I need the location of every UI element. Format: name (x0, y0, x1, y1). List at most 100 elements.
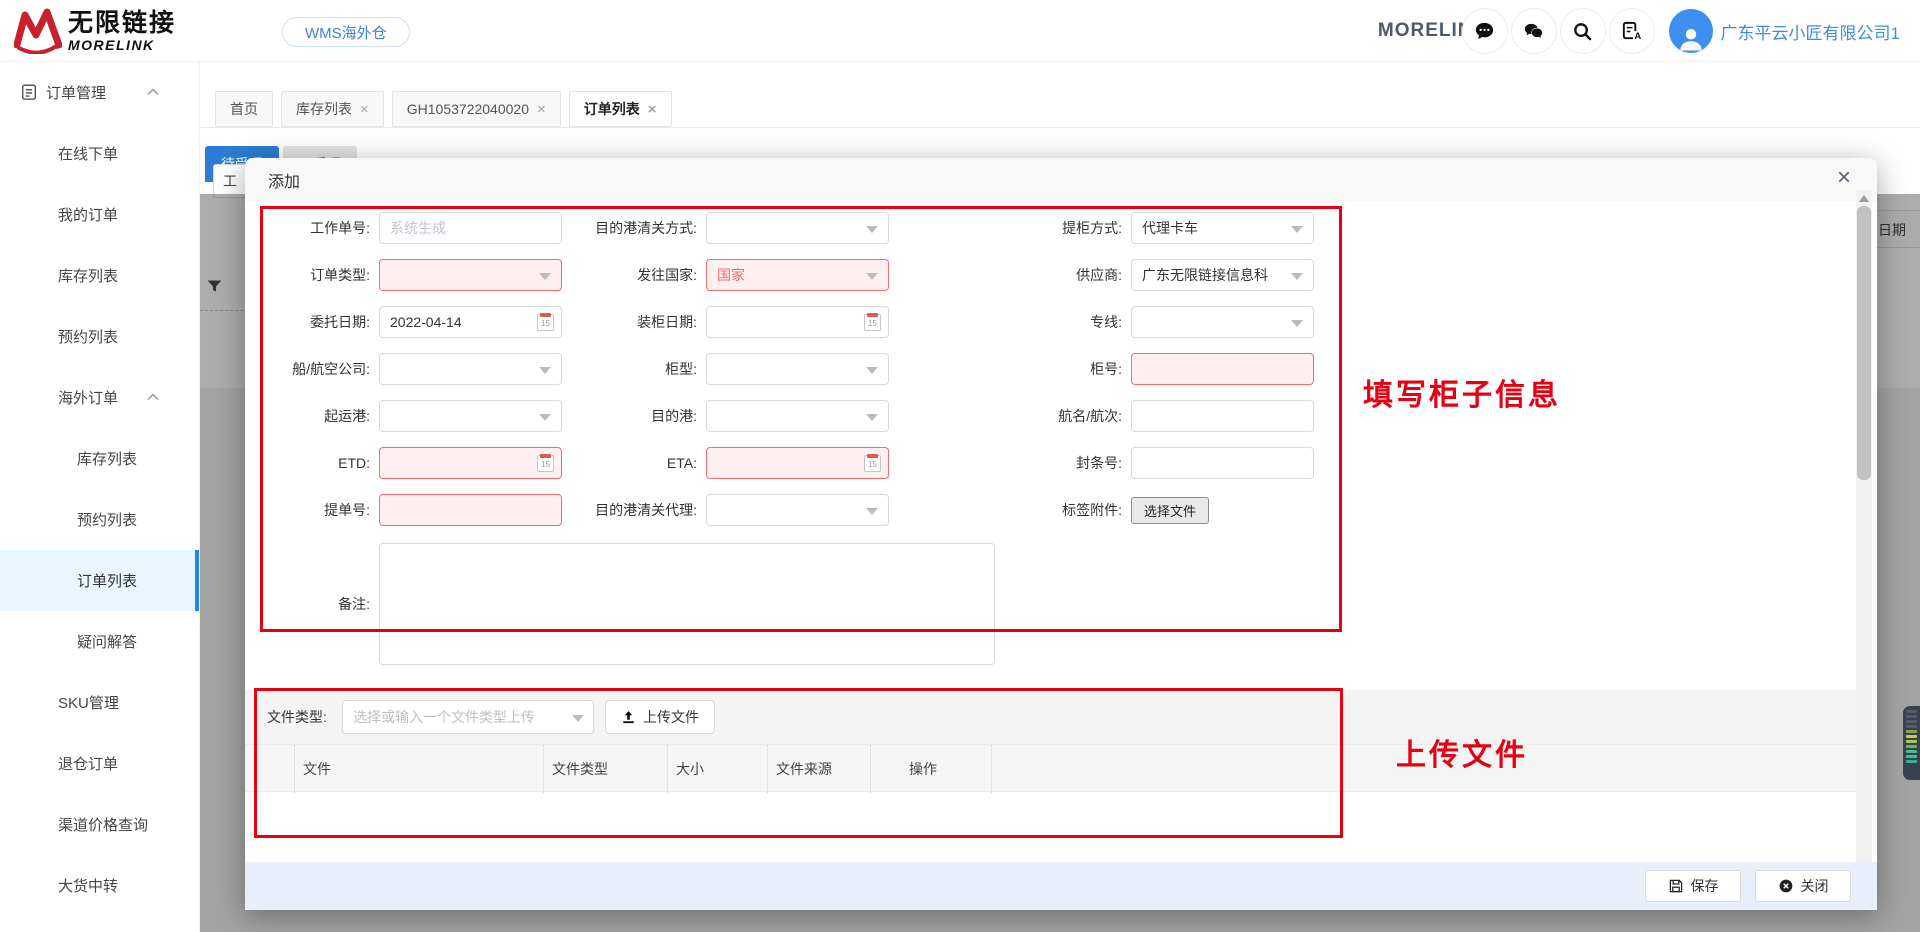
field-shipping-company: 船/航空公司: (260, 353, 562, 385)
form-annotation-note: 填写柜子信息 (1363, 378, 1561, 413)
chevron-down-icon (866, 367, 878, 374)
close-button[interactable]: 关闭 (1755, 870, 1851, 902)
file-table-col-size: 大小 (668, 745, 768, 793)
sidebar-item-qa[interactable]: 疑问解答 (0, 611, 199, 672)
scrollbar-thumb[interactable] (1857, 206, 1871, 480)
sidebar-item-my-orders[interactable]: 我的订单 (0, 184, 199, 245)
shipping-company-select[interactable] (379, 353, 562, 385)
tab-order-list[interactable]: 订单列表 × (568, 91, 672, 127)
sidebar-item-overseas-orders[interactable]: 海外订单 (0, 367, 199, 428)
chevron-down-icon (866, 508, 878, 515)
close-icon[interactable]: × (360, 101, 369, 118)
field-dest-customs-mode: 目的港清关方式: (585, 212, 889, 244)
dialog-body: 工作单号: 系统生成 目的港清关方式: 提柜方式: 代理卡车 订单类型: 发往国… (245, 202, 1877, 862)
field-vessel-voyage: 航名/航次: (1005, 400, 1314, 432)
file-type-select[interactable]: 选择或输入一个文件类型上传 (342, 700, 594, 734)
dedicated-line-select[interactable] (1131, 306, 1314, 338)
user-avatar[interactable] (1668, 9, 1713, 53)
morelink-logo-icon (14, 8, 62, 54)
close-icon[interactable]: × (537, 101, 546, 118)
dest-customs-mode-select[interactable] (706, 212, 889, 244)
translate-icon[interactable]: A (1608, 8, 1655, 54)
scroll-up-arrow-icon[interactable] (1859, 195, 1869, 202)
sidebar-item-inventory-list[interactable]: 库存列表 (0, 245, 199, 306)
save-icon (1669, 879, 1682, 893)
tab-gh-order[interactable]: GH1053722040020 × (391, 91, 561, 127)
dialog-scrollbar[interactable] (1856, 190, 1872, 862)
file-table-col-spacer (245, 745, 295, 793)
page-tab-bar: 首页 库存列表 × GH1053722040020 × 订单列表 × (200, 62, 1920, 128)
file-table-col-type: 文件类型 (544, 745, 668, 793)
top-bar: 无限链接 MORELINK WMS海外仓 MORELIN A 广东平云小匠有限公… (0, 0, 1920, 62)
loading-date-input[interactable] (706, 306, 889, 338)
dest-customs-agent-select[interactable] (706, 494, 889, 526)
search-icon[interactable] (1559, 8, 1606, 54)
upload-annotation-note: 上传文件 (1396, 738, 1528, 773)
field-work-no: 工作单号: 系统生成 (260, 212, 562, 244)
company-name[interactable]: 广东平云小匠有限公司1 (1721, 19, 1900, 44)
field-dest-country: 发往国家: 国家 (585, 259, 889, 291)
message-icon[interactable] (1461, 8, 1508, 54)
supplier-select[interactable]: 广东无限链接信息科 (1131, 259, 1314, 291)
container-type-select[interactable] (706, 353, 889, 385)
sidebar-item-return-orders[interactable]: 退仓订单 (0, 733, 199, 794)
sidebar-item-channel-price-query[interactable]: 渠道价格查询 (0, 794, 199, 855)
vessel-voyage-input[interactable] (1131, 400, 1314, 432)
sidebar-item-reservation-list[interactable]: 预约列表 (0, 306, 199, 367)
chevron-down-icon (539, 367, 551, 374)
chevron-down-icon (539, 273, 551, 280)
field-dest-customs-agent: 目的港清关代理: (585, 494, 889, 526)
tab-home[interactable]: 首页 (215, 91, 273, 127)
pickup-mode-select[interactable]: 代理卡车 (1131, 212, 1314, 244)
choose-file-button[interactable]: 选择文件 (1131, 496, 1210, 524)
calendar-icon (537, 313, 554, 331)
upload-icon (623, 710, 634, 723)
sidebar-item-bulk-transfer[interactable]: 大货中转 (0, 855, 199, 916)
work-no-input[interactable]: 系统生成 (379, 212, 562, 244)
clipboard-icon (21, 84, 37, 100)
dest-country-select[interactable]: 国家 (706, 259, 889, 291)
file-table-col-action: 操作 (871, 745, 992, 793)
sidebar-item-sku-management[interactable]: SKU管理 (0, 672, 199, 733)
edge-extension-widget[interactable] (1903, 706, 1920, 780)
sidebar-item-order-list-active[interactable]: 订单列表 (0, 550, 199, 611)
field-label-attachment: 标签附件: 选择文件 (1005, 494, 1210, 526)
dialog-footer: 保存 关闭 (245, 862, 1877, 910)
workspace-tag[interactable]: WMS海外仓 (282, 17, 410, 47)
entrust-date-input[interactable]: 2022-04-14 (379, 306, 562, 338)
chevron-down-icon (866, 273, 878, 280)
svg-text:A: A (1634, 31, 1641, 42)
sidebar-item-order-management[interactable]: 订单管理 (0, 62, 199, 123)
departure-port-select[interactable] (379, 400, 562, 432)
sidebar-item-overseas-inventory-list[interactable]: 库存列表 (0, 428, 199, 489)
upload-file-button[interactable]: 上传文件 (605, 700, 715, 734)
container-no-input[interactable] (1131, 353, 1314, 385)
seal-no-input[interactable] (1131, 447, 1314, 479)
bl-no-input[interactable] (379, 494, 562, 526)
dialog-close-icon[interactable]: × (1837, 166, 1851, 190)
brand-logo: 无限链接 MORELINK (14, 8, 176, 54)
tab-inventory-list[interactable]: 库存列表 × (281, 91, 384, 127)
chevron-down-icon (1291, 273, 1303, 280)
field-dest-port: 目的港: (585, 400, 889, 432)
wechat-icon[interactable] (1510, 8, 1557, 54)
remark-textarea[interactable] (379, 543, 995, 665)
chevron-down-icon (1291, 226, 1303, 233)
sidebar-item-overseas-reservation-list[interactable]: 预约列表 (0, 489, 199, 550)
chevron-down-icon (572, 715, 584, 722)
file-table-header: 文件 文件类型 大小 文件来源 操作 (245, 744, 1856, 793)
eta-date-input[interactable] (706, 447, 889, 479)
chevron-up-icon (147, 393, 159, 401)
field-container-no: 柜号: (1005, 353, 1314, 385)
close-icon[interactable]: × (648, 101, 657, 118)
chevron-down-icon (1291, 320, 1303, 327)
field-container-type: 柜型: (585, 353, 889, 385)
save-button[interactable]: 保存 (1645, 870, 1741, 902)
field-departure-port: 起运港: (260, 400, 562, 432)
account-label: MORELIN (1377, 20, 1473, 41)
dest-port-select[interactable] (706, 400, 889, 432)
sidebar-item-online-order[interactable]: 在线下单 (0, 123, 199, 184)
etd-date-input[interactable] (379, 447, 562, 479)
order-type-select[interactable] (379, 259, 562, 291)
add-dialog: 添加 × 工作单号: 系统生成 目的港清关方式: 提柜方式: 代理卡车 订单类型… (245, 158, 1877, 910)
